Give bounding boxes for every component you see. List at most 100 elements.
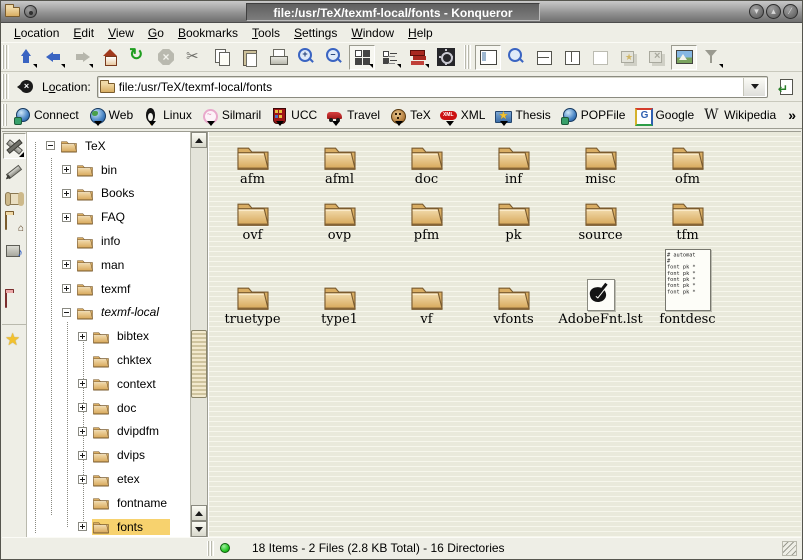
toolbar-button-home[interactable] <box>97 45 123 70</box>
sidebar-tab-history-scroll[interactable] <box>3 185 26 211</box>
sidebar-tab-network-globe[interactable] <box>3 263 26 289</box>
toolbar-button-new-tab[interactable] <box>615 45 641 70</box>
tree-expander[interactable] <box>46 141 55 150</box>
tree-item[interactable]: TeX <box>27 134 190 158</box>
toolbar-button-zoom-out[interactable] <box>321 45 347 70</box>
bookmark-item-xml-badge[interactable]: XML <box>437 105 492 126</box>
file-item-folder[interactable]: misc <box>557 132 644 188</box>
file-item-folder[interactable]: ofm <box>644 132 731 188</box>
toolbar-button-konqueror-gear[interactable] <box>433 45 459 70</box>
bookmark-overflow-chevron[interactable]: » <box>782 107 802 123</box>
sticky-button[interactable] <box>24 5 37 18</box>
file-item-folder[interactable]: vfonts <box>470 244 557 328</box>
close-button[interactable]: ⁄ <box>783 4 798 19</box>
toolbar-button-copy[interactable] <box>209 45 235 70</box>
tree-item[interactable]: doc <box>27 396 190 420</box>
clear-location-button[interactable] <box>13 74 39 99</box>
file-item-folder[interactable]: inf <box>470 132 557 188</box>
toolbar-button-close-tab[interactable] <box>643 45 669 70</box>
tree-item[interactable]: Books <box>27 182 190 206</box>
tree-item[interactable]: fonts <box>27 515 190 537</box>
sidebar-tab-root-folder[interactable] <box>3 289 26 315</box>
toolbar-drag-handle[interactable] <box>2 104 7 126</box>
toolbar-button-split-left-right[interactable] <box>559 45 585 70</box>
toolbar-button-navigation-panel[interactable] <box>475 45 501 70</box>
toolbar-button-forward-arrow[interactable] <box>69 45 95 70</box>
menu-item[interactable]: Help <box>401 24 440 42</box>
titlebar[interactable]: file:/usr/TeX/texmf-local/fonts - Konque… <box>1 1 802 23</box>
toolbar-button-tree-view[interactable] <box>377 45 403 70</box>
maximize-button[interactable]: ▴ <box>766 4 781 19</box>
sidebar-tab-bookmarks-star[interactable] <box>2 324 27 354</box>
bookmark-item-globe[interactable]: Web <box>85 105 139 126</box>
tree-expander[interactable] <box>62 260 71 269</box>
location-dropdown-button[interactable] <box>743 78 765 96</box>
location-value[interactable]: file:/usr/TeX/texmf-local/fonts <box>115 80 743 94</box>
tree-expander[interactable] <box>62 308 71 317</box>
go-button[interactable] <box>774 75 798 99</box>
toolbar-button-image-preview[interactable] <box>671 45 697 70</box>
location-input[interactable]: file:/usr/TeX/texmf-local/fonts <box>97 76 768 98</box>
menu-item[interactable]: Settings <box>287 24 344 42</box>
scroll-up-button[interactable] <box>191 132 207 148</box>
menu-item[interactable]: Window <box>344 24 401 42</box>
tree-item[interactable]: chktex <box>27 348 190 372</box>
tree-expander[interactable] <box>78 379 87 388</box>
tree-expander[interactable] <box>78 403 87 412</box>
bookmark-item-silmaril-ring[interactable]: Silmaril <box>198 105 267 126</box>
toolbar-drag-handle[interactable] <box>2 74 9 99</box>
tree-expander[interactable] <box>78 451 87 460</box>
tree-item[interactable]: texmf-local <box>27 301 190 325</box>
toolbar-button-print[interactable] <box>265 45 291 70</box>
toolbar-button-up-arrow[interactable] <box>13 45 39 70</box>
menu-item[interactable]: Tools <box>245 24 287 42</box>
tree-expander[interactable] <box>78 332 87 341</box>
bookmark-item-folder-star[interactable]: Thesis <box>491 105 556 126</box>
tree-item[interactable]: etex <box>27 467 190 491</box>
file-item-folder[interactable]: afml <box>296 132 383 188</box>
bookmark-item-tex-lion[interactable]: TeX <box>386 105 437 126</box>
tree-item[interactable]: texmf <box>27 277 190 301</box>
toolbar-button-paste[interactable] <box>237 45 263 70</box>
toolbar-button-stop[interactable] <box>153 45 179 70</box>
scrollbar-thumb[interactable] <box>191 330 207 398</box>
file-item-folder[interactable]: source <box>557 188 644 244</box>
file-item-folder[interactable]: doc <box>383 132 470 188</box>
file-item-folder[interactable]: vf <box>383 244 470 328</box>
menu-item[interactable]: Location <box>7 24 66 42</box>
tree-scrollbar[interactable] <box>190 132 207 537</box>
toolbar-button-find-file[interactable] <box>503 45 529 70</box>
window-menu-folder-icon[interactable] <box>5 7 20 17</box>
bookmark-item-wikipedia-w[interactable]: Wikipedia <box>700 105 782 126</box>
tree-expander[interactable] <box>78 475 87 484</box>
tree-item[interactable]: man <box>27 253 190 277</box>
file-item-folder[interactable]: type1 <box>296 244 383 328</box>
toolbar-button-icon-view[interactable] <box>349 45 375 70</box>
bookmark-item-plug-globe[interactable]: Connect <box>10 105 85 126</box>
file-item-folder[interactable]: truetype <box>209 244 296 328</box>
bookmark-item-penguin[interactable]: Linux <box>139 105 198 126</box>
bookmark-item-ucc-crest[interactable]: UCC <box>267 105 323 126</box>
tree-item[interactable]: context <box>27 372 190 396</box>
resize-grip[interactable] <box>782 541 797 556</box>
tree-expander[interactable] <box>78 522 87 531</box>
tree-item[interactable]: dvips <box>27 443 190 467</box>
bookmark-item-google-g[interactable]: Google <box>631 105 700 126</box>
tree-item[interactable]: bin <box>27 158 190 182</box>
toolbar-button-remove-view[interactable] <box>587 45 613 70</box>
toolbar-button-zoom-in[interactable] <box>293 45 319 70</box>
menu-item[interactable]: View <box>101 24 141 42</box>
scroll-up-button[interactable] <box>191 505 207 521</box>
tree-expander[interactable] <box>62 213 71 222</box>
toolbar-drag-handle[interactable] <box>464 45 471 69</box>
toolbar-button-detail-view[interactable] <box>405 45 431 70</box>
sidebar-tab-home-folder[interactable] <box>3 211 26 237</box>
bookmark-item-plug-globe[interactable]: POPFile <box>557 105 632 126</box>
scroll-down-button[interactable] <box>191 521 207 537</box>
minimize-button[interactable]: ▾ <box>749 4 764 19</box>
toolbar-button-split-top-bottom[interactable] <box>531 45 557 70</box>
menu-item[interactable]: Go <box>141 24 171 42</box>
tree-expander[interactable] <box>62 165 71 174</box>
toolbar-button-back-arrow[interactable] <box>41 45 67 70</box>
tree-item[interactable]: bibtex <box>27 324 190 348</box>
